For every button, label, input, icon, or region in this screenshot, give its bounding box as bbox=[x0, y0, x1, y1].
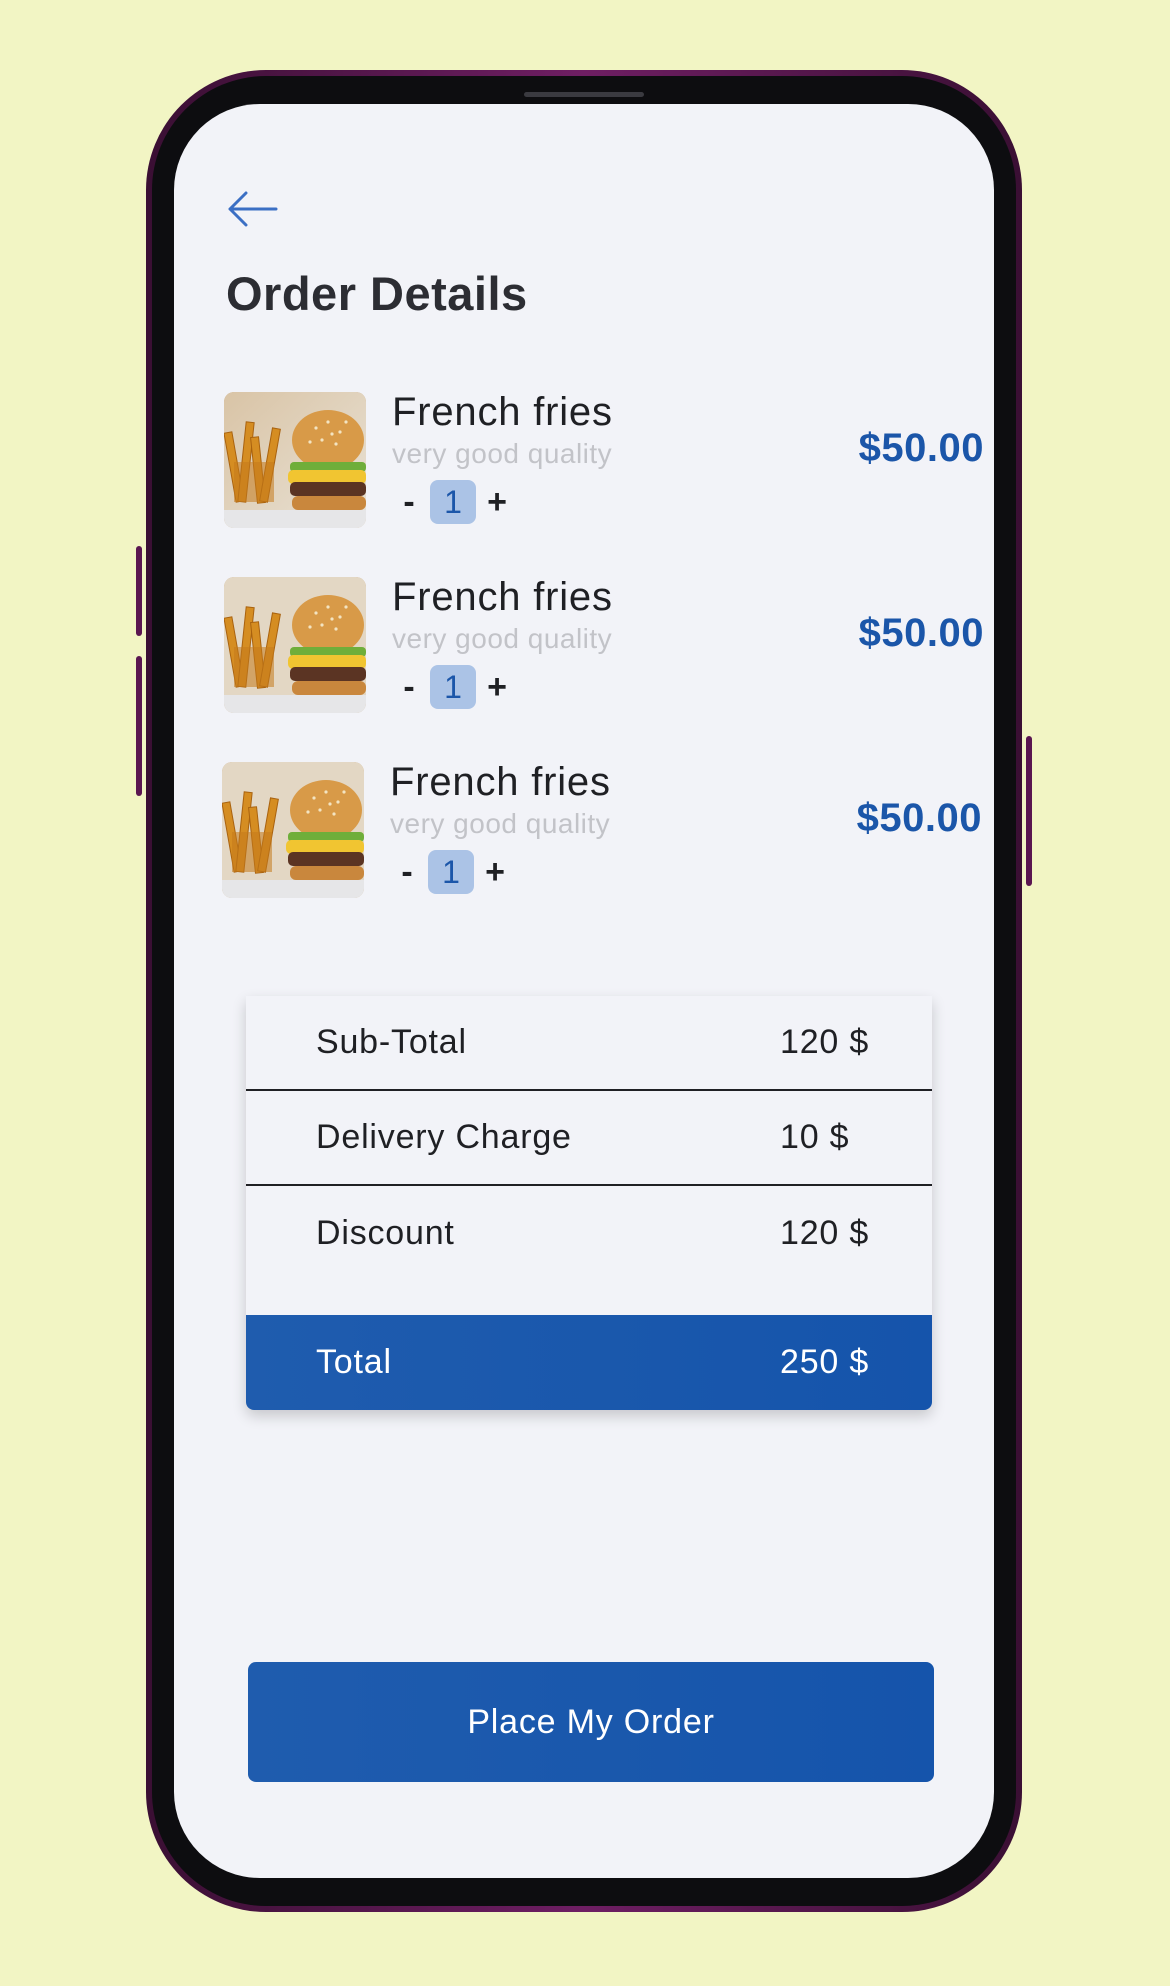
subtotal-value: 120 $ bbox=[780, 1023, 870, 1061]
arrow-left-icon bbox=[228, 191, 278, 227]
discount-row: Discount 120 $ bbox=[246, 1186, 932, 1281]
increment-button[interactable]: + bbox=[480, 483, 514, 522]
discount-value: 120 $ bbox=[780, 1214, 870, 1252]
phone-bezel: Order Details French fries very good qua… bbox=[136, 76, 1032, 1906]
item-name: French fries bbox=[390, 760, 611, 804]
delivery-value: 10 $ bbox=[780, 1118, 850, 1156]
volume-button bbox=[136, 656, 142, 796]
order-item: French fries very good quality - 1 + $50… bbox=[222, 760, 982, 902]
subtotal-row: Sub-Total 120 $ bbox=[246, 996, 932, 1091]
discount-label: Discount bbox=[316, 1214, 455, 1252]
quantity-value: 1 bbox=[430, 480, 476, 524]
quantity-stepper: - 1 + bbox=[390, 850, 512, 894]
order-item: French fries very good quality - 1 + $50… bbox=[224, 575, 984, 717]
increment-button[interactable]: + bbox=[480, 668, 514, 707]
item-name: French fries bbox=[392, 390, 613, 434]
item-subtitle: very good quality bbox=[392, 623, 613, 654]
quantity-value: 1 bbox=[428, 850, 474, 894]
item-subtitle: very good quality bbox=[390, 808, 611, 839]
total-label: Total bbox=[316, 1343, 392, 1381]
delivery-label: Delivery Charge bbox=[316, 1118, 572, 1156]
product-image bbox=[222, 762, 364, 898]
item-subtitle: very good quality bbox=[392, 438, 613, 469]
order-item: French fries very good quality - 1 + $50… bbox=[224, 390, 984, 532]
total-row: Total 250 $ bbox=[246, 1315, 932, 1410]
volume-button bbox=[136, 546, 142, 636]
product-image bbox=[224, 577, 366, 713]
app-screen: Order Details French fries very good qua… bbox=[174, 104, 994, 1878]
quantity-value: 1 bbox=[430, 665, 476, 709]
product-image bbox=[224, 392, 366, 528]
increment-button[interactable]: + bbox=[478, 853, 512, 892]
total-value: 250 $ bbox=[780, 1343, 870, 1381]
item-name: French fries bbox=[392, 575, 613, 619]
subtotal-label: Sub-Total bbox=[316, 1023, 467, 1061]
phone-frame: Order Details French fries very good qua… bbox=[136, 70, 1032, 1912]
back-button[interactable] bbox=[224, 184, 280, 234]
power-button bbox=[1026, 736, 1032, 886]
item-price: $50.00 bbox=[858, 426, 984, 470]
quantity-stepper: - 1 + bbox=[392, 480, 514, 524]
decrement-button[interactable]: - bbox=[392, 483, 426, 522]
page-title: Order Details bbox=[226, 267, 528, 320]
quantity-stepper: - 1 + bbox=[392, 665, 514, 709]
decrement-button[interactable]: - bbox=[390, 853, 424, 892]
item-price: $50.00 bbox=[858, 611, 984, 655]
delivery-row: Delivery Charge 10 $ bbox=[246, 1091, 932, 1186]
item-price: $50.00 bbox=[856, 796, 982, 840]
decrement-button[interactable]: - bbox=[392, 668, 426, 707]
place-order-button[interactable]: Place My Order bbox=[248, 1662, 934, 1782]
order-summary-card: Sub-Total 120 $ Delivery Charge 10 $ Dis… bbox=[246, 996, 932, 1410]
speaker-grille bbox=[524, 92, 644, 97]
